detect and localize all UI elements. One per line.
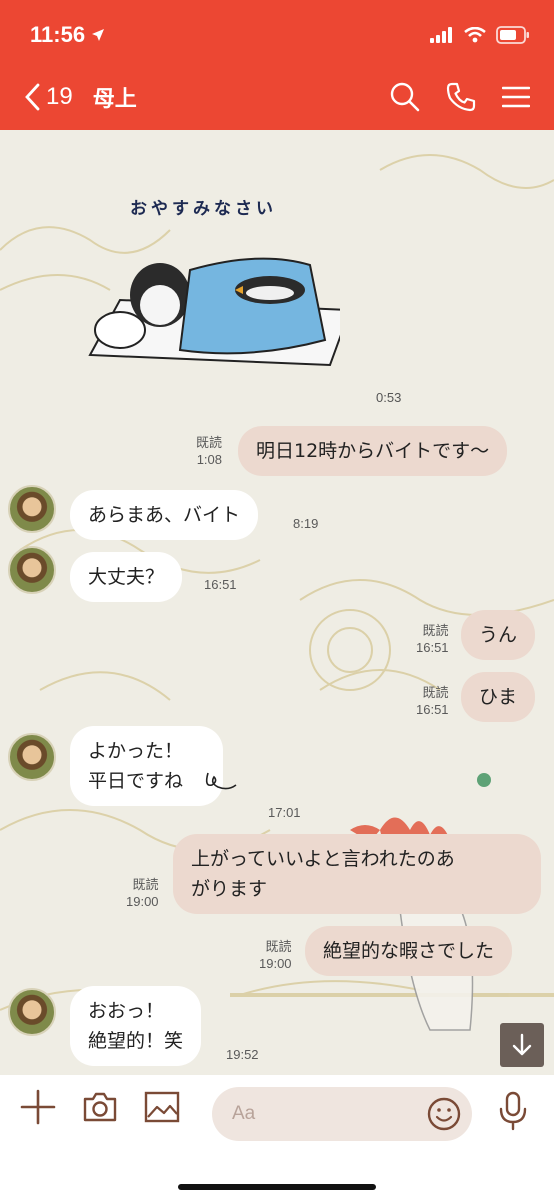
message-time: 16:51 xyxy=(204,577,237,592)
message-meta: 既読 19:00 xyxy=(259,938,292,972)
chat-area[interactable]: おやすみなさい 0:53 既読 1:08 明日12時からバイトです〜 あらまあ、… xyxy=(0,130,554,1075)
message-time: 8:19 xyxy=(293,516,319,531)
message-time: 0:53 xyxy=(376,390,402,405)
message-meta: 既読 19:00 xyxy=(126,876,159,910)
signal-icon xyxy=(430,27,452,43)
read-receipt: 既読 xyxy=(132,877,159,892)
message-time: 16:51 xyxy=(416,640,449,655)
image-icon[interactable] xyxy=(144,1091,180,1123)
incoming-bubble[interactable]: よかった！ 平日ですね xyxy=(70,726,237,806)
home-indicator[interactable] xyxy=(178,1184,376,1190)
read-receipt: 既読 xyxy=(422,623,449,638)
scroll-to-bottom-button[interactable] xyxy=(500,1023,544,1067)
emoji-icon[interactable] xyxy=(426,1096,462,1132)
message-input[interactable]: Aa xyxy=(212,1087,472,1141)
location-arrow-icon xyxy=(92,29,105,41)
outgoing-bubble[interactable]: うん xyxy=(461,610,536,660)
sticker-image[interactable]: おやすみなさい xyxy=(80,190,340,390)
avatar[interactable] xyxy=(8,485,56,533)
message-input-bar: Aa xyxy=(0,1075,554,1200)
incoming-bubble[interactable]: あらまあ、バイト xyxy=(70,490,259,540)
wifi-icon xyxy=(464,27,486,43)
message-time: 16:51 xyxy=(416,702,449,717)
message-time: 19:00 xyxy=(259,956,292,971)
chat-title: 母上 xyxy=(92,87,137,112)
search-icon[interactable] xyxy=(390,82,420,112)
arrow-down-icon xyxy=(512,1033,532,1056)
message-time: 19:00 xyxy=(126,894,159,909)
header-bar: 11:56 19 母上 xyxy=(0,0,554,130)
status-icons xyxy=(430,26,530,44)
message-time: 19:52 xyxy=(226,1047,259,1062)
status-bar: 11:56 xyxy=(30,18,530,52)
read-receipt: 既読 xyxy=(196,435,223,450)
plus-icon[interactable] xyxy=(20,1089,56,1125)
phone-icon[interactable] xyxy=(446,82,476,112)
message-time: 17:01 xyxy=(268,805,301,820)
sticker-caption: おやすみなさい xyxy=(130,199,277,219)
mic-icon[interactable] xyxy=(496,1091,530,1131)
squiggle-emoji xyxy=(205,772,237,790)
read-receipt: 既読 xyxy=(422,685,449,700)
menu-icon[interactable] xyxy=(502,85,530,109)
message-meta: 既読 16:51 xyxy=(416,684,449,718)
incoming-bubble[interactable]: おおっ！ 絶望的！笑 xyxy=(70,986,202,1066)
outgoing-bubble[interactable]: ひま xyxy=(461,672,536,722)
avatar[interactable] xyxy=(8,546,56,594)
battery-icon xyxy=(496,26,529,44)
outgoing-bubble[interactable]: 上がっていいよと言われたのあ がります xyxy=(173,834,541,914)
outgoing-bubble[interactable]: 絶望的な暇さでした xyxy=(305,926,513,976)
back-chevron-icon xyxy=(25,83,40,111)
message-meta: 既読 1:08 xyxy=(196,434,222,468)
unread-count: 19 xyxy=(46,83,73,110)
incoming-bubble[interactable]: 大丈夫？ xyxy=(70,552,183,602)
outgoing-bubble[interactable]: 明日12時からバイトです〜 xyxy=(238,426,508,476)
input-placeholder: Aa xyxy=(232,1103,256,1124)
message-meta: 既読 16:51 xyxy=(416,622,449,656)
status-time: 11:56 xyxy=(30,22,105,48)
back-button[interactable]: 19 xyxy=(24,83,73,111)
camera-icon[interactable] xyxy=(82,1091,118,1123)
nav-bar: 19 母上 xyxy=(24,72,530,122)
read-receipt: 既読 xyxy=(265,939,292,954)
avatar[interactable] xyxy=(8,733,56,781)
avatar[interactable] xyxy=(8,988,56,1036)
message-time: 1:08 xyxy=(196,452,223,467)
